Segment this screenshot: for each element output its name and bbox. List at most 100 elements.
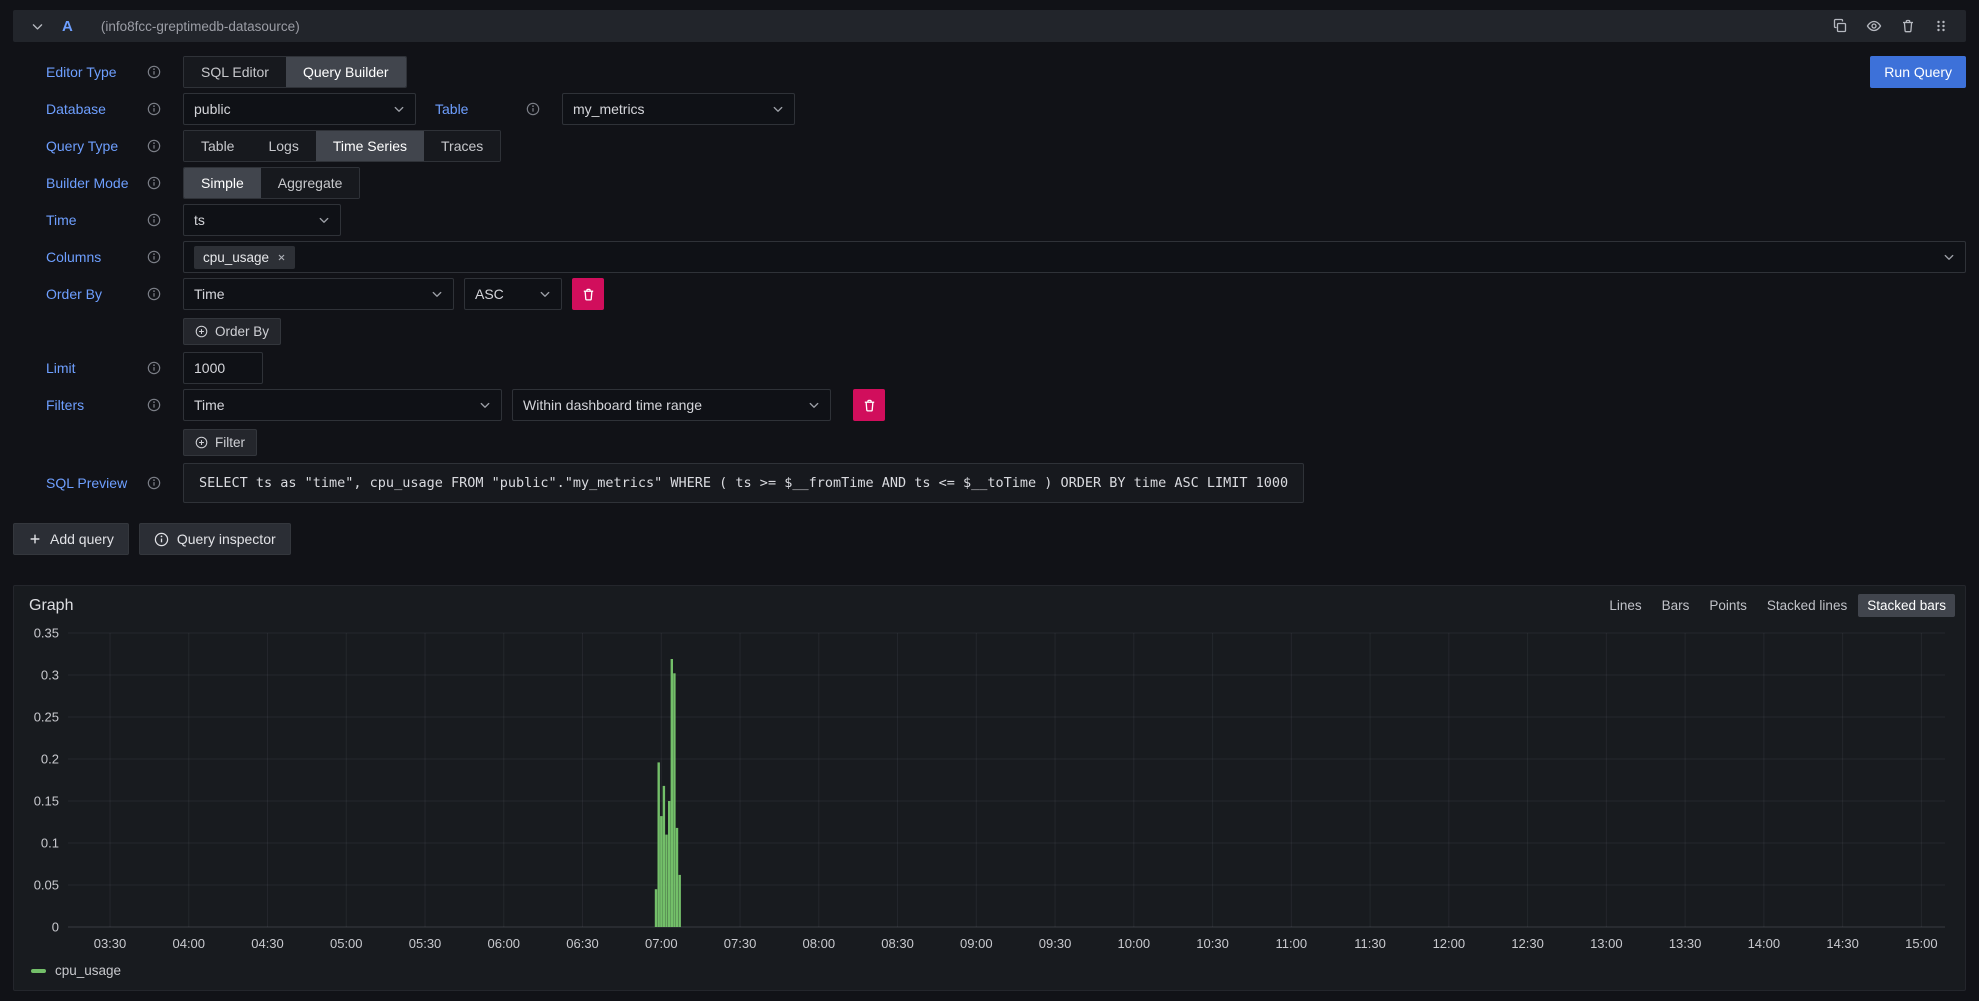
columns-label: Columns bbox=[46, 249, 173, 265]
chevron-down-icon bbox=[539, 288, 551, 300]
order-by-label-text: Order By bbox=[46, 286, 102, 302]
query-type-logs-button[interactable]: Logs bbox=[251, 131, 315, 161]
query-row-header[interactable]: A (info8fcc-greptimedb-datasource) bbox=[13, 10, 1966, 42]
columns-row: Columns cpu_usage bbox=[46, 241, 1966, 273]
query-type-row: Query Type Table Logs Time Series Traces bbox=[46, 130, 1966, 162]
info-icon[interactable] bbox=[147, 65, 161, 79]
query-type-table-button[interactable]: Table bbox=[184, 131, 251, 161]
trash-icon bbox=[581, 287, 596, 302]
database-select[interactable]: public bbox=[183, 93, 416, 125]
display-mode-stacked-lines[interactable]: Stacked lines bbox=[1758, 594, 1856, 617]
column-tag-cpu-usage[interactable]: cpu_usage bbox=[194, 246, 295, 269]
svg-text:09:00: 09:00 bbox=[960, 936, 993, 951]
info-icon[interactable] bbox=[147, 287, 161, 301]
time-series-chart[interactable]: 00.050.10.150.20.250.30.3503:3004:0004:3… bbox=[22, 623, 1957, 959]
builder-mode-simple-button[interactable]: Simple bbox=[184, 168, 261, 198]
chevron-down-icon bbox=[1943, 251, 1955, 263]
chevron-down-icon bbox=[393, 103, 405, 115]
info-icon[interactable] bbox=[147, 476, 161, 490]
filters-row: Filters Time Within dashboard time range bbox=[46, 389, 1966, 421]
svg-text:05:30: 05:30 bbox=[409, 936, 442, 951]
plus-icon bbox=[28, 532, 42, 546]
chart-area: 00.050.10.150.20.250.30.3503:3004:0004:3… bbox=[14, 623, 1965, 959]
remove-tag-icon[interactable] bbox=[277, 253, 286, 262]
limit-label-text: Limit bbox=[46, 360, 76, 376]
svg-text:14:30: 14:30 bbox=[1826, 936, 1859, 951]
query-type-time-series-button[interactable]: Time Series bbox=[316, 131, 424, 161]
display-mode-lines[interactable]: Lines bbox=[1600, 594, 1650, 617]
duplicate-query-icon[interactable] bbox=[1826, 16, 1854, 36]
order-by-row: Order By Time ASC bbox=[46, 278, 1966, 310]
columns-multiselect[interactable]: cpu_usage bbox=[183, 241, 1966, 273]
hide-query-icon[interactable] bbox=[1860, 16, 1888, 36]
order-by-label: Order By bbox=[46, 286, 173, 302]
svg-text:0.25: 0.25 bbox=[34, 710, 59, 725]
drag-handle-icon[interactable] bbox=[1928, 16, 1954, 36]
filter-condition-select[interactable]: Within dashboard time range bbox=[512, 389, 831, 421]
add-query-button[interactable]: Add query bbox=[13, 523, 129, 555]
svg-text:08:00: 08:00 bbox=[803, 936, 836, 951]
display-mode-bars[interactable]: Bars bbox=[1653, 594, 1699, 617]
info-icon[interactable] bbox=[526, 102, 540, 116]
svg-text:07:30: 07:30 bbox=[724, 936, 757, 951]
query-type-label: Query Type bbox=[46, 138, 173, 154]
remove-order-by-button[interactable] bbox=[572, 278, 604, 310]
filters-label: Filters bbox=[46, 397, 173, 413]
svg-text:13:30: 13:30 bbox=[1669, 936, 1702, 951]
query-footer: Add query Query inspector bbox=[13, 523, 1966, 555]
display-mode-points[interactable]: Points bbox=[1700, 594, 1756, 617]
legend-item-cpu-usage[interactable]: cpu_usage bbox=[14, 959, 1965, 984]
info-icon[interactable] bbox=[147, 398, 161, 412]
limit-input[interactable] bbox=[183, 352, 263, 384]
run-query-button[interactable]: Run Query bbox=[1870, 56, 1966, 88]
svg-text:0.05: 0.05 bbox=[34, 878, 59, 893]
svg-text:05:00: 05:00 bbox=[330, 936, 363, 951]
order-by-field-value: Time bbox=[194, 286, 225, 302]
order-by-direction-select[interactable]: ASC bbox=[464, 278, 562, 310]
add-filter-button[interactable]: Filter bbox=[183, 429, 257, 456]
svg-text:04:30: 04:30 bbox=[251, 936, 284, 951]
editor-type-sql-editor-button[interactable]: SQL Editor bbox=[184, 57, 286, 87]
builder-mode-aggregate-button[interactable]: Aggregate bbox=[261, 168, 360, 198]
svg-text:0: 0 bbox=[52, 920, 59, 935]
query-inspector-button[interactable]: Query inspector bbox=[139, 523, 291, 555]
collapse-chevron-icon[interactable] bbox=[25, 18, 50, 35]
query-type-toggle: Table Logs Time Series Traces bbox=[183, 130, 501, 162]
chevron-down-icon bbox=[479, 399, 491, 411]
svg-text:06:30: 06:30 bbox=[566, 936, 599, 951]
editor-type-label: Editor Type bbox=[46, 64, 173, 80]
info-icon[interactable] bbox=[147, 250, 161, 264]
order-by-field-select[interactable]: Time bbox=[183, 278, 454, 310]
svg-text:0.1: 0.1 bbox=[41, 836, 59, 851]
info-icon[interactable] bbox=[147, 361, 161, 375]
svg-text:0.2: 0.2 bbox=[41, 752, 59, 767]
query-editor-body: Editor Type SQL Editor Query Builder Run… bbox=[13, 42, 1966, 503]
time-field-select[interactable]: ts bbox=[183, 204, 341, 236]
columns-label-text: Columns bbox=[46, 249, 101, 265]
builder-mode-toggle: Simple Aggregate bbox=[183, 167, 360, 199]
filter-field-value: Time bbox=[194, 397, 225, 413]
filter-field-select[interactable]: Time bbox=[183, 389, 502, 421]
editor-type-query-builder-button[interactable]: Query Builder bbox=[286, 57, 406, 87]
sql-preview-label: SQL Preview bbox=[46, 475, 173, 491]
datasource-name: (info8fcc-greptimedb-datasource) bbox=[101, 19, 300, 34]
display-mode-stacked-bars[interactable]: Stacked bars bbox=[1858, 594, 1955, 617]
query-ref-id[interactable]: A bbox=[62, 18, 73, 35]
svg-text:10:00: 10:00 bbox=[1118, 936, 1151, 951]
trash-icon bbox=[862, 398, 877, 413]
add-order-by-button[interactable]: Order By bbox=[183, 318, 281, 345]
query-type-traces-button[interactable]: Traces bbox=[424, 131, 500, 161]
info-icon[interactable] bbox=[147, 176, 161, 190]
delete-query-icon[interactable] bbox=[1894, 16, 1922, 36]
add-query-label: Add query bbox=[50, 531, 114, 547]
svg-text:13:00: 13:00 bbox=[1590, 936, 1623, 951]
svg-text:11:00: 11:00 bbox=[1276, 936, 1308, 951]
svg-text:0.35: 0.35 bbox=[34, 626, 59, 641]
graph-panel-header: Graph Lines Bars Points Stacked lines St… bbox=[14, 586, 1965, 623]
add-order-by-label: Order By bbox=[215, 324, 269, 339]
info-icon[interactable] bbox=[147, 102, 161, 116]
info-icon[interactable] bbox=[147, 213, 161, 227]
info-icon[interactable] bbox=[147, 139, 161, 153]
remove-filter-button[interactable] bbox=[853, 389, 885, 421]
table-select[interactable]: my_metrics bbox=[562, 93, 795, 125]
